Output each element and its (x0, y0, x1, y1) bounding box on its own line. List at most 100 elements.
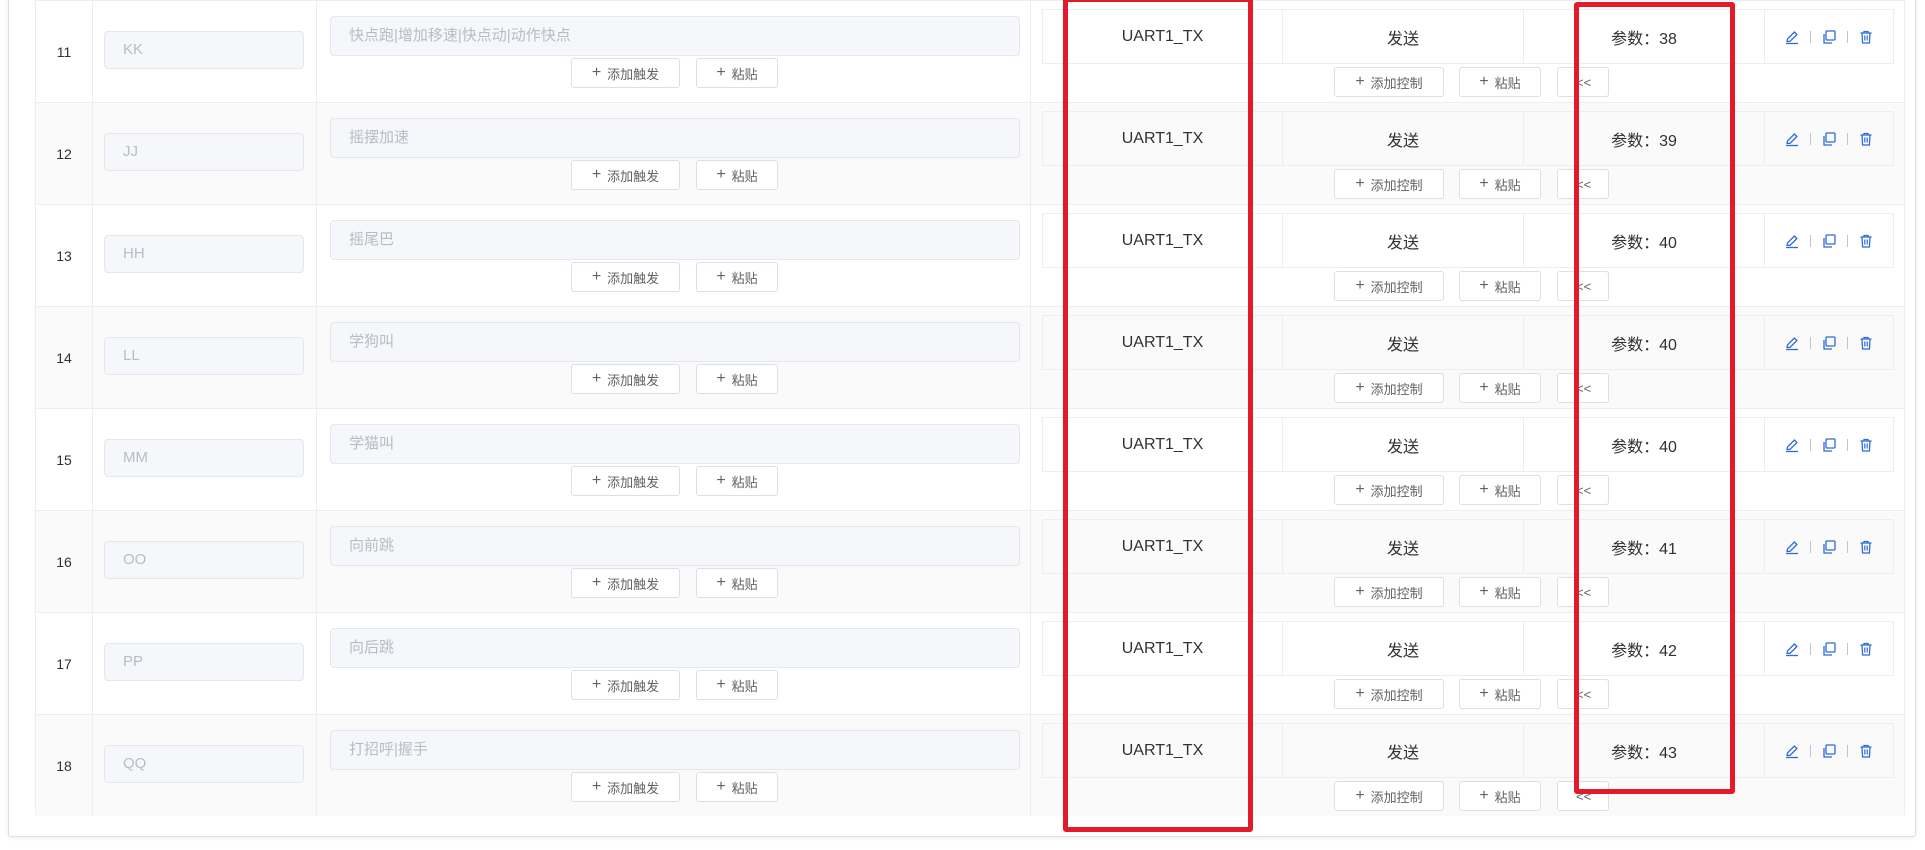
column-divider (92, 307, 93, 408)
paste-control-button[interactable]: + 粘贴 (1459, 67, 1541, 97)
delete-icon[interactable] (1858, 131, 1874, 147)
paste-trigger-button[interactable]: + 粘贴 (696, 772, 778, 802)
keyword-input[interactable]: OO (104, 541, 304, 579)
trigger-phrase-input[interactable]: 摇摆加速 (330, 118, 1020, 158)
paste-trigger-button[interactable]: + 粘贴 (696, 466, 778, 496)
control-action: 发送 (1386, 30, 1419, 48)
trigger-phrase-input[interactable]: 向前跳 (330, 526, 1020, 566)
paste-trigger-button[interactable]: + 粘贴 (696, 568, 778, 598)
add-control-button[interactable]: + 添加控制 (1334, 679, 1444, 709)
add-trigger-button[interactable]: + 添加触发 (571, 364, 680, 394)
add-trigger-button[interactable]: + 添加触发 (571, 670, 680, 700)
action-separator (1847, 132, 1848, 145)
paste-trigger-button[interactable]: + 粘贴 (696, 262, 778, 292)
paste-trigger-button[interactable]: + 粘贴 (696, 58, 778, 88)
delete-icon[interactable] (1858, 437, 1874, 453)
paste-label: 粘贴 (731, 780, 758, 796)
collapse-button[interactable]: << (1557, 679, 1609, 709)
column-divider (92, 511, 93, 612)
paste-trigger-button[interactable]: + 粘贴 (696, 364, 778, 394)
edit-icon[interactable] (1784, 335, 1800, 351)
column-divider (316, 205, 317, 306)
control-param: 参数：38 (1611, 30, 1677, 48)
edit-icon[interactable] (1784, 641, 1800, 657)
paste-control-button[interactable]: + 粘贴 (1459, 781, 1541, 811)
trigger-phrase-input[interactable]: 学狗叫 (330, 322, 1020, 362)
action-separator (1810, 132, 1811, 145)
add-trigger-button[interactable]: + 添加触发 (571, 568, 680, 598)
keyword-input[interactable]: KK (104, 31, 304, 69)
copy-icon[interactable] (1821, 233, 1837, 249)
keyword-input[interactable]: QQ (104, 745, 304, 783)
trigger-phrase-input[interactable]: 学猫叫 (330, 424, 1020, 464)
delete-icon[interactable] (1858, 743, 1874, 759)
copy-icon[interactable] (1821, 437, 1837, 453)
paste-control-button[interactable]: + 粘贴 (1459, 577, 1541, 607)
delete-icon[interactable] (1858, 641, 1874, 657)
add-control-button[interactable]: + 添加控制 (1334, 781, 1444, 811)
collapse-button[interactable]: << (1557, 373, 1609, 403)
trigger-phrase-input[interactable]: 向后跳 (330, 628, 1020, 668)
collapse-button[interactable]: << (1557, 781, 1609, 811)
control-entry: UART1_TX 发送 参数：42 (1042, 621, 1894, 676)
delete-icon[interactable] (1858, 335, 1874, 351)
trigger-phrase-input[interactable]: 摇尾巴 (330, 220, 1020, 260)
trigger-phrase-input[interactable]: 快点跑|增加移速|快点动|动作快点 (330, 16, 1020, 56)
paste-control-button[interactable]: + 粘贴 (1459, 169, 1541, 199)
column-divider (316, 307, 317, 408)
copy-icon[interactable] (1821, 131, 1837, 147)
plus-icon: + (1355, 175, 1365, 192)
copy-icon[interactable] (1821, 29, 1837, 45)
keyword-input[interactable]: MM (104, 439, 304, 477)
add-trigger-button[interactable]: + 添加触发 (571, 160, 680, 190)
paste-control-button[interactable]: + 粘贴 (1459, 373, 1541, 403)
plus-icon: + (716, 64, 726, 81)
paste-control-button[interactable]: + 粘贴 (1459, 679, 1541, 709)
control-entry: UART1_TX 发送 参数：38 (1042, 9, 1894, 64)
collapse-button[interactable]: << (1557, 67, 1609, 97)
paste-control-button[interactable]: + 粘贴 (1459, 475, 1541, 505)
add-control-button[interactable]: + 添加控制 (1334, 577, 1444, 607)
edit-icon[interactable] (1784, 539, 1800, 555)
paste-trigger-button[interactable]: + 粘贴 (696, 160, 778, 190)
trigger-phrase-input[interactable]: 打招呼|握手 (330, 730, 1020, 770)
keyword-input[interactable]: LL (104, 337, 304, 375)
edit-icon[interactable] (1784, 233, 1800, 249)
keyword-input[interactable]: PP (104, 643, 304, 681)
keyword-input[interactable]: HH (104, 235, 304, 273)
add-trigger-button[interactable]: + 添加触发 (571, 262, 680, 292)
copy-icon[interactable] (1821, 539, 1837, 555)
copy-icon[interactable] (1821, 743, 1837, 759)
plus-icon: + (591, 64, 602, 81)
add-control-button[interactable]: + 添加控制 (1334, 373, 1444, 403)
add-trigger-button[interactable]: + 添加触发 (571, 466, 680, 496)
edit-icon[interactable] (1784, 437, 1800, 453)
control-action: 发送 (1386, 540, 1419, 558)
column-divider (1030, 205, 1031, 306)
paste-control-button[interactable]: + 粘贴 (1459, 271, 1541, 301)
table-row: 16 OO 向前跳 + 添加触发 + 粘贴 UART1_TX 发送 参数：41 (36, 510, 1904, 612)
paste-trigger-button[interactable]: + 粘贴 (696, 670, 778, 700)
paste-label: 粘贴 (1494, 177, 1521, 193)
collapse-button[interactable]: << (1557, 475, 1609, 505)
edit-icon[interactable] (1784, 743, 1800, 759)
add-trigger-button[interactable]: + 添加触发 (571, 772, 680, 802)
keyword-input[interactable]: JJ (104, 133, 304, 171)
collapse-button[interactable]: << (1557, 169, 1609, 199)
delete-icon[interactable] (1858, 539, 1874, 555)
plus-icon: + (1479, 379, 1489, 396)
plus-icon: + (1355, 481, 1365, 498)
copy-icon[interactable] (1821, 335, 1837, 351)
collapse-button[interactable]: << (1557, 577, 1609, 607)
add-control-button[interactable]: + 添加控制 (1334, 169, 1444, 199)
copy-icon[interactable] (1821, 641, 1837, 657)
add-control-button[interactable]: + 添加控制 (1334, 475, 1444, 505)
delete-icon[interactable] (1858, 29, 1874, 45)
add-control-button[interactable]: + 添加控制 (1334, 271, 1444, 301)
add-control-button[interactable]: + 添加控制 (1334, 67, 1444, 97)
edit-icon[interactable] (1784, 29, 1800, 45)
delete-icon[interactable] (1858, 233, 1874, 249)
edit-icon[interactable] (1784, 131, 1800, 147)
collapse-button[interactable]: << (1557, 271, 1609, 301)
add-trigger-button[interactable]: + 添加触发 (571, 58, 680, 88)
